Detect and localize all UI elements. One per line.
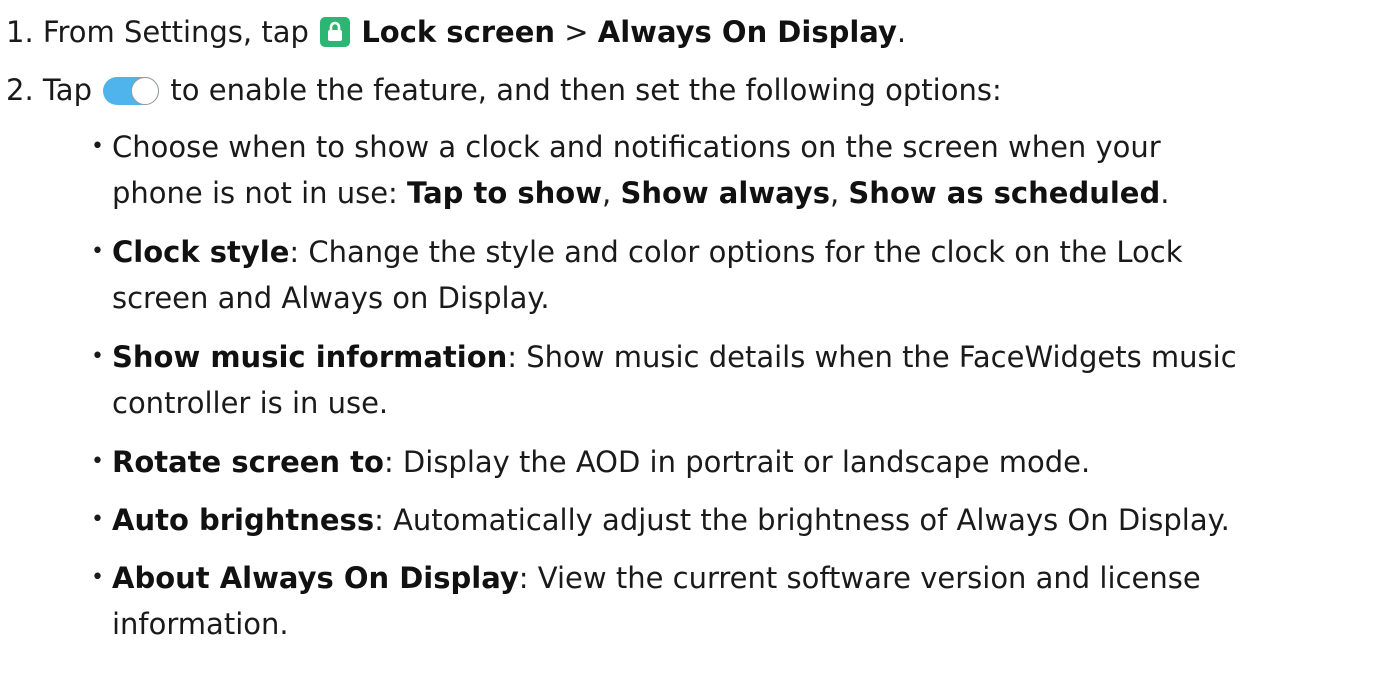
term-rotate-screen-to: Rotate screen to [112,445,384,479]
bullet-dot: • [91,565,104,590]
bullet-dot: • [91,134,104,159]
bullet-text-line2: screen and Always on Display. [112,281,550,315]
option-tap-to-show: Tap to show [407,176,603,210]
bullet-dot: • [91,507,104,532]
bullet-dot: • [91,449,104,474]
term-show-music-information: Show music information [112,340,508,374]
lock-icon [320,17,351,47]
step-text: Tap [42,73,92,107]
bullet-text-line2: phone is not in use: Tap to show, Show a… [112,176,1170,210]
menu-lock-screen: Lock screen [361,15,556,49]
option-show-as-scheduled: Show as scheduled [848,176,1161,210]
bullet-text: Choose when to show a clock and notifica… [112,130,1161,164]
bullet-dot: • [91,344,104,369]
term-auto-brightness: Auto brightness [112,503,375,537]
step-text: to enable the feature, and then set the … [170,73,1002,107]
step-number: 2. [6,73,34,107]
chevron-right-icon: > [564,15,589,49]
term-about-always-on-display: About Always On Display [112,561,519,595]
bullet-text-line2: information. [112,607,289,641]
option-show-always: Show always [620,176,830,210]
step-number: 1. [6,15,34,49]
step-text: From Settings, tap [42,15,309,49]
bullet-text-line2: controller is in use. [112,386,389,420]
toggle-switch-icon [103,77,160,105]
step-2: 2. Tap to enable the feature, and then s… [6,72,1002,108]
toggle-knob [131,77,160,105]
bullet-dot: • [91,239,104,264]
step-1: 1. From Settings, tap Lock screen > Alwa… [6,15,907,49]
term-clock-style: Clock style [112,235,290,269]
menu-always-on-display: Always On Display [597,15,897,49]
